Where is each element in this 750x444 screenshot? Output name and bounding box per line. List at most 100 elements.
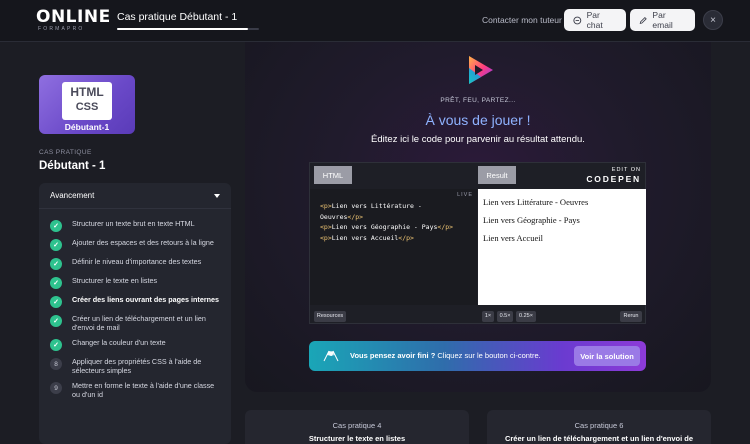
chat-icon (573, 16, 582, 24)
step-label: Structurer le texte en listes (72, 276, 158, 285)
code-editor[interactable]: LIVE <p>Lien vers Littérature - Oeuvres<… (310, 189, 477, 305)
check-icon: ✓ (50, 315, 62, 327)
step-item[interactable]: 9 Mettre en forme le texte à l'aide d'une… (39, 378, 231, 402)
course-progress-bar (117, 28, 259, 30)
zoom-1x-button[interactable]: 1× (482, 310, 494, 322)
exercise-instructions: Éditez ici le code pour parvenir au résu… (371, 134, 585, 145)
step-label: Créer des liens ouvrant des pages intern… (72, 295, 219, 304)
check-icon: ✓ (50, 277, 62, 289)
contact-tutor-label: Contacter mon tuteur : (482, 15, 567, 25)
banner-hint: Cliquez sur le bouton ci-contre. (435, 351, 541, 360)
email-button[interactable]: Par email (630, 9, 695, 31)
chat-button[interactable]: Par chat (564, 9, 626, 31)
step-item[interactable]: ✓ Ajouter des espaces et des retours à la… (39, 235, 231, 254)
caret-down-icon (214, 193, 220, 198)
code-text: Lien vers Géographie - Pays (331, 223, 438, 231)
finish-flag-icon (323, 350, 339, 362)
next-case-card[interactable]: Cas pratique 6 Créer un lien de téléchar… (487, 410, 711, 444)
code-line: Oeuvres</p> (320, 212, 453, 223)
previous-case-kicker: Cas pratique 4 (332, 421, 382, 430)
step-item[interactable]: ✓ Créer des liens ouvrant des pages inter… (39, 292, 231, 311)
step-label: Mettre en forme le texte à l'aide d'une … (72, 381, 215, 399)
codepen-brand: CODEPEN (586, 174, 641, 184)
resources-button[interactable]: Resources (314, 310, 346, 322)
code-line: <p>Lien vers Accueil</p> (320, 233, 453, 244)
check-icon: ✓ (50, 258, 62, 270)
zoom-05x-button[interactable]: 0.5× (497, 310, 513, 322)
preview-line: Lien vers Géographie - Pays (483, 215, 580, 225)
sidebar-title: Débutant - 1 (39, 160, 106, 172)
step-item[interactable]: ✓ Créer un lien de téléchargement et un l… (39, 311, 231, 335)
codepen-embed: HTML Result EDIT ON CODEPEN LIVE <p>Lien… (309, 162, 646, 324)
check-icon: ✓ (50, 239, 62, 251)
step-item[interactable]: 8 Appliquer des propriétés CSS à l'aide d… (39, 354, 231, 378)
step-label: Ajouter des espaces et des retours à la … (72, 238, 214, 247)
code-tag-open: <p> (320, 233, 332, 242)
thumbnail-html: HTML (70, 85, 104, 99)
code-text: Lien vers Accueil (331, 233, 399, 242)
next-case-title: Créer un lien de téléchargement et un li… (504, 434, 694, 443)
chat-button-label: Par chat (586, 10, 603, 30)
tab-result[interactable]: Result (478, 166, 516, 184)
code-tag-open: <p> (320, 202, 332, 210)
check-icon: ✓ (50, 220, 62, 232)
tab-html[interactable]: HTML (314, 166, 352, 184)
step-label: Appliquer des propriétés CSS à l'aide de… (72, 357, 202, 375)
code-tag-close: </p> (347, 212, 364, 221)
steps-list: ✓ Structurer un texte brut en texte HTML ✓… (39, 209, 231, 402)
step-number: 8 (50, 358, 62, 370)
code-line: <p>Lien vers Littérature - (320, 201, 453, 212)
progress-panel-title: Avancement (50, 191, 95, 200)
solution-banner-text: Vous pensez avoir fini ? Cliquez sur le … (350, 351, 541, 360)
code-text: Lien vers Littérature - (331, 202, 422, 210)
sidebar-kicker: CAS PRATIQUE (39, 149, 92, 156)
result-preview: Lien vers Littérature - Oeuvres Lien ver… (478, 189, 646, 305)
step-item[interactable]: ✓ Définir le niveau d'importance des text… (39, 254, 231, 273)
pencil-icon (639, 16, 647, 24)
next-case-kicker: Cas pratique 6 (574, 421, 624, 430)
live-indicator: LIVE (457, 192, 473, 198)
previous-case-card[interactable]: Cas pratique 4 Structurer le texte en li… (245, 410, 469, 444)
codepen-footer: Resources 1× 0.5× 0.25× Rerun (310, 308, 646, 324)
close-icon: × (710, 14, 716, 26)
exercise-kicker: PRÊT, FEU, PARTEZ... (440, 97, 516, 104)
step-label: Créer un lien de téléchargement et un li… (72, 314, 206, 332)
preview-line: Lien vers Accueil (483, 233, 543, 243)
code-tag-close: </p> (437, 223, 454, 231)
play-logo-icon (469, 56, 493, 84)
top-bar: ONLINE FORMAPRO Cas pratique Débutant - … (0, 0, 750, 42)
zoom-025x-button[interactable]: 0.25× (516, 310, 536, 322)
thumbnail-card: HTML CSS (62, 82, 112, 120)
solution-banner: Vous pensez avoir fini ? Cliquez sur le … (309, 341, 646, 371)
code-content: <p>Lien vers Littérature - Oeuvres</p> <… (320, 201, 453, 243)
code-tag-open: <p> (320, 223, 332, 231)
step-item[interactable]: ✓ Changer la couleur d'un texte (39, 335, 231, 354)
banner-question: Vous pensez avoir fini ? (350, 351, 436, 360)
email-button-label: Par email (652, 10, 673, 30)
code-tag-close: </p> (398, 233, 414, 242)
preview-line: Lien vers Littérature - Oeuvres (483, 197, 589, 207)
exercise-heading: À vous de jouer ! (425, 112, 531, 128)
course-progress-fill (117, 28, 248, 30)
step-label: Changer la couleur d'un texte (72, 338, 166, 347)
previous-case-title: Structurer le texte en listes (308, 434, 406, 443)
step-number: 9 (50, 382, 62, 394)
close-button[interactable]: × (703, 10, 723, 30)
progress-panel-header[interactable]: Avancement (39, 183, 231, 209)
thumbnail-css: CSS (75, 101, 99, 113)
step-label: Structurer un texte brut en texte HTML (72, 219, 195, 228)
code-text: Oeuvres (320, 212, 348, 221)
check-icon: ✓ (50, 339, 62, 351)
logo-text: ONLINE (36, 7, 111, 27)
course-thumbnail: HTML CSS Débutant-1 (39, 75, 135, 134)
show-solution-button[interactable]: Voir la solution (574, 346, 640, 366)
thumbnail-level: Débutant-1 (64, 122, 110, 132)
logo[interactable]: ONLINE FORMAPRO (36, 7, 111, 34)
codepen-link[interactable]: EDIT ON CODEPEN (586, 166, 641, 184)
progress-panel: Avancement ✓ Structurer un texte brut en … (39, 183, 231, 444)
course-title: Cas pratique Débutant - 1 (117, 11, 238, 23)
rerun-button[interactable]: Rerun (620, 310, 642, 322)
step-label: Définir le niveau d'importance des texte… (72, 257, 202, 266)
step-item[interactable]: ✓ Structurer un texte brut en texte HTML (39, 216, 231, 235)
step-item[interactable]: ✓ Structurer le texte en listes (39, 273, 231, 292)
